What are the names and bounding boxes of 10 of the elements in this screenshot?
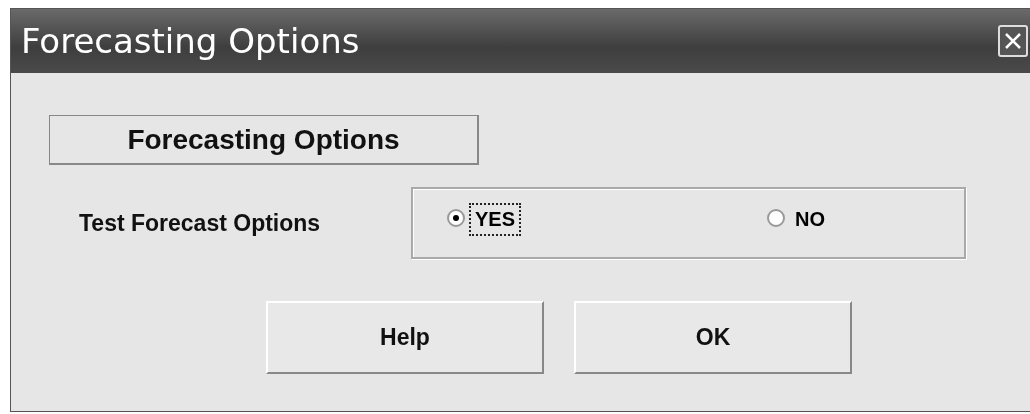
ok-button[interactable]: OK (574, 301, 852, 374)
help-button[interactable]: Help (266, 301, 544, 374)
window-title: Forecasting Options (21, 21, 360, 61)
option-label: Test Forecast Options (79, 209, 322, 237)
radio-label[interactable]: YES (469, 203, 522, 236)
radio-label[interactable]: NO (789, 203, 832, 236)
section-heading: Forecasting Options (49, 115, 479, 165)
close-button[interactable] (998, 25, 1028, 57)
radio-button[interactable] (447, 209, 465, 227)
radio-button[interactable] (767, 209, 786, 227)
